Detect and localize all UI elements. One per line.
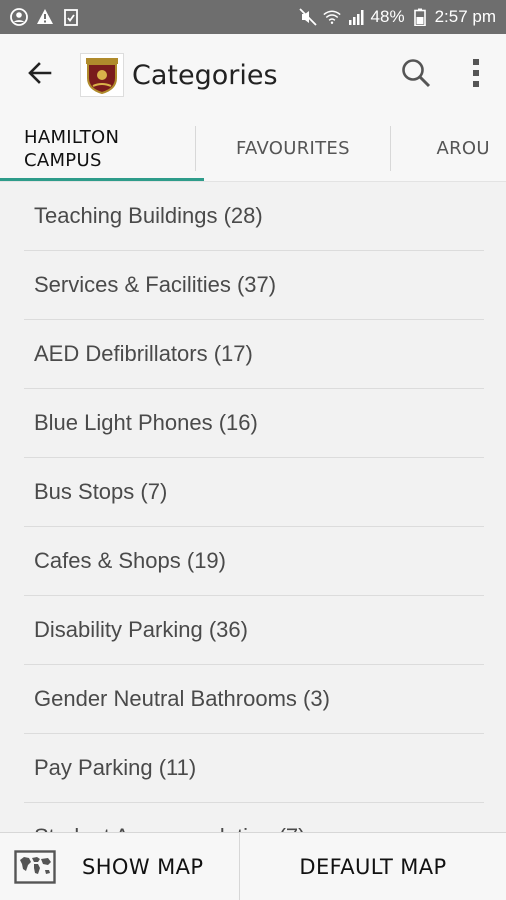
list-item-label: Services & Facilities (37)	[34, 272, 277, 297]
tab-bar: HAMILTON CAMPUS FAVOURITES AROU	[0, 116, 506, 182]
list-item[interactable]: AED Defibrillators (17)	[24, 320, 484, 389]
list-item[interactable]: Gender Neutral Bathrooms (3)	[24, 665, 484, 734]
list-item-label: Gender Neutral Bathrooms (3)	[34, 686, 330, 711]
list-item-label: Student Accommodation (7)	[34, 824, 305, 832]
app-bar: Categories	[0, 34, 506, 116]
tab-around[interactable]: AROU	[389, 126, 506, 171]
status-bar: 48% 2:57 pm	[0, 0, 506, 34]
list-item[interactable]: Pay Parking (11)	[24, 734, 484, 803]
tab-label-line2: CAMPUS	[24, 149, 102, 171]
mute-icon	[298, 8, 317, 26]
show-map-label: SHOW MAP	[82, 854, 204, 879]
back-arrow-icon	[27, 60, 53, 91]
tab-favourites[interactable]: FAVOURITES	[195, 126, 389, 171]
list-item-label: Cafes & Shops (19)	[34, 548, 226, 573]
default-map-label: DEFAULT MAP	[299, 854, 447, 879]
account-circle-icon	[10, 8, 28, 26]
tab-hamilton-campus[interactable]: HAMILTON CAMPUS	[0, 116, 204, 181]
clipboard-check-icon	[62, 8, 80, 26]
back-button[interactable]	[0, 34, 80, 116]
list-item[interactable]: Teaching Buildings (28)	[24, 182, 484, 251]
list-item[interactable]: Bus Stops (7)	[24, 458, 484, 527]
search-icon	[400, 57, 432, 94]
list-item[interactable]: Blue Light Phones (16)	[24, 389, 484, 458]
category-list: Teaching Buildings (28) Services & Facil…	[24, 182, 484, 832]
default-map-button[interactable]: DEFAULT MAP	[240, 833, 506, 900]
list-item[interactable]: Cafes & Shops (19)	[24, 527, 484, 596]
world-map-icon	[14, 849, 56, 884]
battery-percent: 48%	[370, 7, 405, 26]
list-item[interactable]: Student Accommodation (7)	[24, 803, 484, 832]
list-item-label: Pay Parking (11)	[34, 755, 197, 780]
list-item-label: Disability Parking (36)	[34, 617, 248, 642]
list-item-label: Blue Light Phones (16)	[34, 410, 258, 435]
tab-label-line1: HAMILTON	[24, 126, 120, 148]
tab-label: FAVOURITES	[236, 138, 350, 159]
list-item-label: Teaching Buildings (28)	[34, 203, 263, 228]
page-title: Categories	[132, 59, 278, 91]
list-item[interactable]: Services & Facilities (37)	[24, 251, 484, 320]
list-item[interactable]: Disability Parking (36)	[24, 596, 484, 665]
clock: 2:57 pm	[434, 7, 496, 26]
tab-indicator	[0, 178, 204, 181]
list-item-label: Bus Stops (7)	[34, 479, 168, 504]
warning-icon	[36, 8, 54, 26]
overflow-menu-button[interactable]	[446, 34, 506, 116]
battery-icon	[411, 8, 429, 26]
tab-label: AROU	[436, 138, 490, 159]
bottom-bar: SHOW MAP DEFAULT MAP	[0, 832, 506, 900]
signal-icon	[347, 8, 365, 26]
wifi-icon	[322, 8, 341, 26]
more-vert-icon	[472, 58, 480, 93]
university-logo	[80, 53, 124, 97]
show-map-button[interactable]: SHOW MAP	[0, 833, 240, 900]
list-item-label: AED Defibrillators (17)	[34, 341, 253, 366]
search-button[interactable]	[386, 34, 446, 116]
